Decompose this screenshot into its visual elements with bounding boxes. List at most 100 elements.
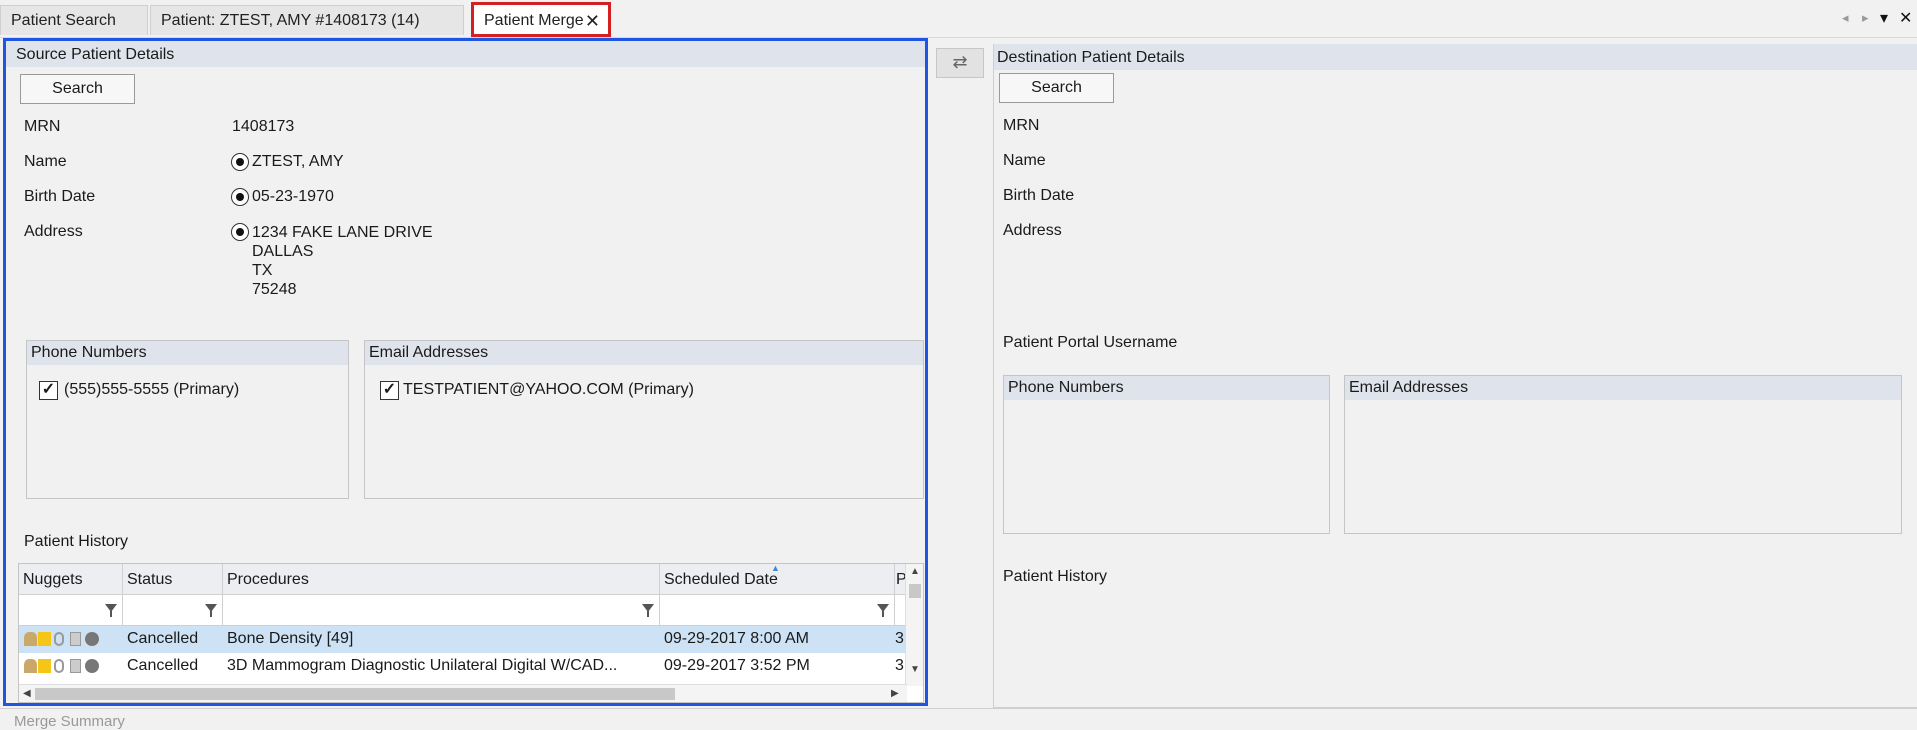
source-panel-header: Source Patient Details bbox=[6, 41, 925, 67]
paperclip-icon bbox=[54, 659, 64, 673]
email-item: TESTPATIENT@YAHOO.COM (Primary) bbox=[403, 381, 694, 398]
status-cell: Cancelled bbox=[127, 657, 199, 674]
dest-phone-box: Phone Numbers bbox=[1003, 375, 1330, 534]
dest-mrn-label: MRN bbox=[1003, 117, 1040, 134]
mrn-label: MRN bbox=[24, 118, 61, 135]
filter-cell[interactable] bbox=[19, 595, 123, 626]
scroll-thumb[interactable] bbox=[909, 584, 921, 598]
scroll-left-icon[interactable]: ◀ bbox=[23, 688, 31, 699]
address-line: TX bbox=[252, 262, 273, 279]
info-icon bbox=[85, 632, 99, 646]
email-checkbox[interactable]: ✓ bbox=[380, 381, 399, 400]
destination-panel-header: Destination Patient Details bbox=[994, 44, 1917, 70]
tab-bar: Patient Search Patient: ZTEST, AMY #1408… bbox=[0, 0, 1917, 38]
chevron-down-icon[interactable]: ▾ bbox=[1880, 8, 1888, 28]
horizontal-scrollbar[interactable]: ◀ ▶ bbox=[19, 684, 907, 702]
phone-checkbox[interactable]: ✓ bbox=[39, 381, 58, 400]
filter-icon[interactable] bbox=[205, 604, 217, 617]
address-radio[interactable] bbox=[231, 223, 249, 241]
scheduled-date-cell: 09-29-2017 8:00 AM bbox=[664, 630, 809, 647]
column-scheduled-date[interactable]: Scheduled Date ▲ bbox=[660, 564, 895, 595]
destination-patient-panel: Destination Patient Details Search MRN N… bbox=[993, 44, 1917, 708]
procedure-cell: Bone Density [49] bbox=[227, 630, 354, 647]
scroll-up-icon[interactable]: ▲ bbox=[910, 566, 920, 577]
tab-label: Patient: ZTEST, AMY #1408173 (14) bbox=[161, 12, 420, 29]
tab-patient-search[interactable]: Patient Search bbox=[0, 5, 148, 35]
name-label: Name bbox=[24, 153, 67, 170]
paperclip-icon bbox=[54, 632, 64, 646]
column-status[interactable]: Status bbox=[123, 564, 223, 595]
dest-patient-history-label: Patient History bbox=[1003, 568, 1108, 585]
scheduled-date-cell: 09-29-2017 3:52 PM bbox=[664, 657, 810, 674]
info-icon bbox=[85, 659, 99, 673]
grid-filter-row bbox=[19, 595, 907, 626]
person-icon bbox=[24, 659, 37, 673]
chevron-left-icon[interactable]: ◂ bbox=[1842, 10, 1849, 26]
dest-address-label: Address bbox=[1003, 222, 1062, 239]
tab-label: Patient Search bbox=[11, 12, 116, 29]
swap-patients-button[interactable]: ⇄ bbox=[936, 48, 984, 78]
merge-summary-header: Merge Summary bbox=[0, 708, 1917, 730]
filter-icon[interactable] bbox=[877, 604, 889, 617]
swap-icon: ⇄ bbox=[952, 52, 968, 72]
address-line: 1234 FAKE LANE DRIVE bbox=[252, 224, 433, 241]
tab-patient-record[interactable]: Patient: ZTEST, AMY #1408173 (14) bbox=[150, 5, 464, 35]
birth-date-label: Birth Date bbox=[24, 188, 96, 205]
source-search-button[interactable]: Search bbox=[20, 74, 135, 104]
source-phone-box: Phone Numbers ✓ (555)555-5555 (Primary) bbox=[26, 340, 349, 499]
address-line: DALLAS bbox=[252, 243, 314, 260]
scroll-down-icon[interactable]: ▼ bbox=[910, 664, 920, 675]
filter-cell[interactable] bbox=[123, 595, 223, 626]
tab-patient-merge[interactable]: Patient Merge ✕ bbox=[471, 2, 611, 37]
filter-cell[interactable] bbox=[660, 595, 895, 626]
document-icon bbox=[70, 632, 81, 646]
phone-item: (555)555-5555 (Primary) bbox=[64, 381, 240, 398]
address-label: Address bbox=[24, 223, 83, 240]
phone-numbers-header: Phone Numbers bbox=[27, 341, 348, 365]
phone-numbers-header: Phone Numbers bbox=[1004, 376, 1329, 400]
dest-name-label: Name bbox=[1003, 152, 1046, 169]
procedure-cell: 3D Mammogram Diagnostic Unilateral Digit… bbox=[227, 657, 618, 674]
table-row[interactable]: Cancelled 3D Mammogram Diagnostic Unilat… bbox=[19, 653, 907, 680]
patient-history-grid: Nuggets Status Procedures Scheduled Date… bbox=[18, 563, 924, 703]
tab-label: Patient Merge bbox=[484, 12, 584, 29]
birth-date-radio[interactable] bbox=[231, 188, 249, 206]
person-icon bbox=[24, 632, 37, 646]
table-row[interactable]: Cancelled Bone Density [49] 09-29-2017 8… bbox=[19, 626, 907, 653]
document-icon bbox=[70, 659, 81, 673]
dest-email-box: Email Addresses bbox=[1344, 375, 1902, 534]
portal-username-label: Patient Portal Username bbox=[1003, 334, 1178, 351]
email-addresses-header: Email Addresses bbox=[1345, 376, 1901, 400]
sort-ascending-icon: ▲ bbox=[771, 564, 780, 573]
column-nuggets[interactable]: Nuggets bbox=[19, 564, 123, 595]
source-patient-panel: Source Patient Details Search MRN 140817… bbox=[3, 38, 928, 706]
chevron-right-icon[interactable]: ▸ bbox=[1862, 10, 1869, 26]
filter-icon[interactable] bbox=[642, 604, 654, 617]
close-all-icon[interactable]: ✕ bbox=[1899, 8, 1912, 28]
note-icon bbox=[38, 632, 51, 646]
nuggets-cell bbox=[19, 653, 123, 680]
birth-date-value: 05-23-1970 bbox=[252, 188, 334, 205]
column-procedures[interactable]: Procedures bbox=[223, 564, 660, 595]
name-value: ZTEST, AMY bbox=[252, 153, 344, 170]
column-label: Scheduled Date bbox=[664, 571, 778, 588]
source-email-box: Email Addresses ✓ TESTPATIENT@YAHOO.COM … bbox=[364, 340, 924, 499]
scroll-right-icon[interactable]: ▶ bbox=[891, 688, 899, 699]
close-icon[interactable]: ✕ bbox=[585, 11, 600, 32]
note-icon bbox=[38, 659, 51, 673]
address-line: 75248 bbox=[252, 281, 297, 298]
nuggets-cell bbox=[19, 626, 123, 653]
email-addresses-header: Email Addresses bbox=[365, 341, 923, 365]
filter-cell[interactable] bbox=[223, 595, 660, 626]
mrn-value: 1408173 bbox=[232, 118, 295, 135]
dest-birth-date-label: Birth Date bbox=[1003, 187, 1075, 204]
name-radio[interactable] bbox=[231, 153, 249, 171]
status-cell: Cancelled bbox=[127, 630, 199, 647]
destination-search-button[interactable]: Search bbox=[999, 73, 1114, 103]
address-value: 1234 FAKE LANE DRIVE DALLAS TX 75248 bbox=[252, 223, 433, 299]
grid-header: Nuggets Status Procedures Scheduled Date… bbox=[19, 564, 907, 595]
vertical-scrollbar[interactable]: ▲ ▼ bbox=[905, 564, 923, 686]
patient-history-label: Patient History bbox=[24, 533, 129, 550]
scroll-thumb[interactable] bbox=[35, 688, 675, 700]
filter-icon[interactable] bbox=[105, 604, 117, 617]
